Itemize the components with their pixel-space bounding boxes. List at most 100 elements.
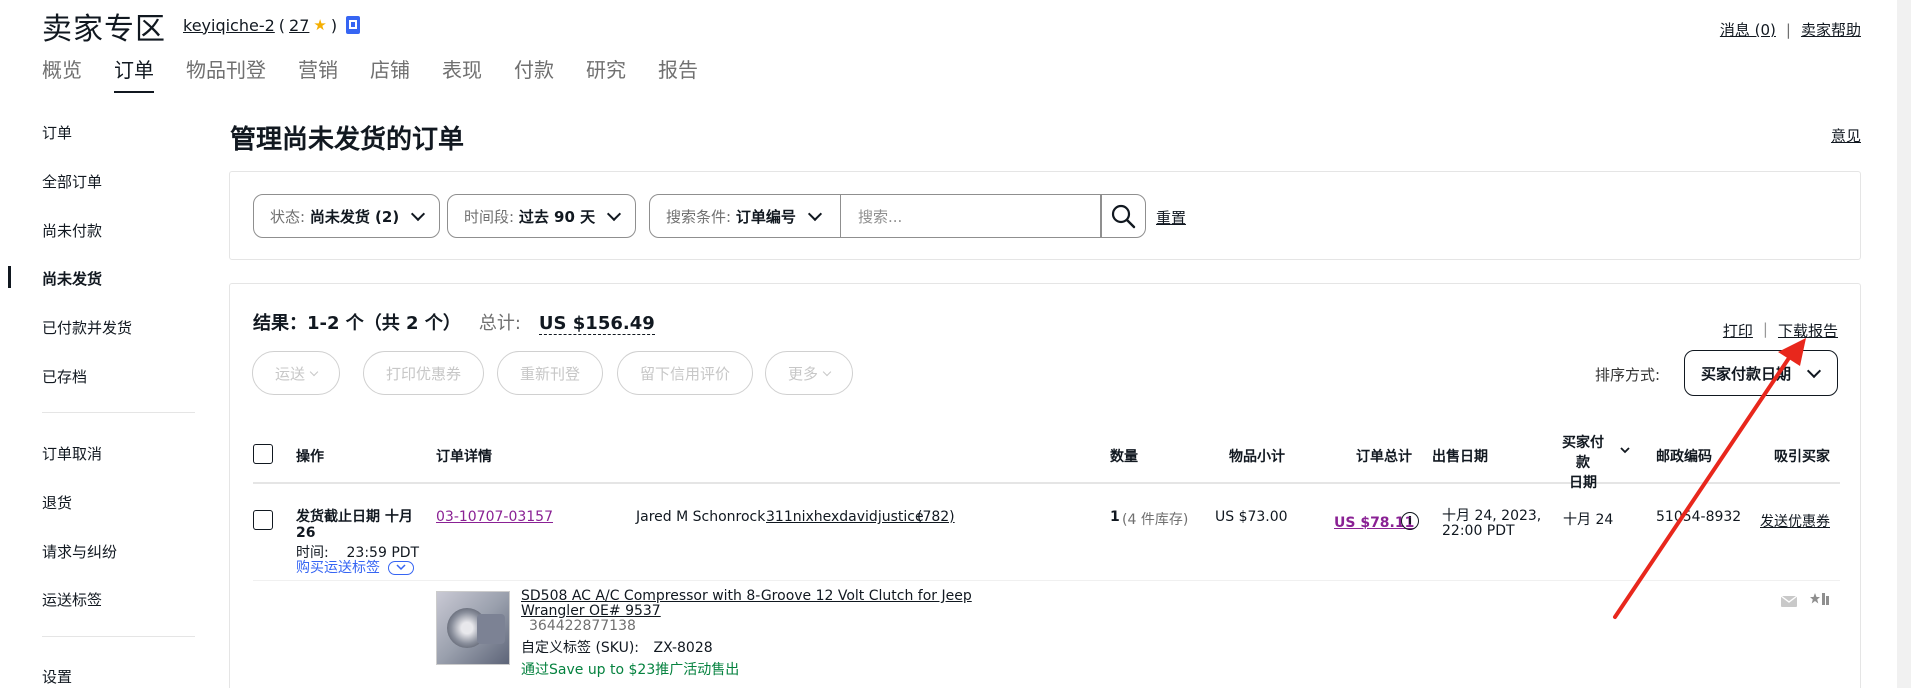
tab-marketing[interactable]: 营销 <box>298 54 338 93</box>
order-item: SD508 AC A/C Compressor with 8-Groove 12… <box>436 589 1838 688</box>
sidebar-item-cancellations[interactable]: 订单取消 <box>42 443 102 464</box>
col-sale-date: 出售日期 <box>1432 449 1488 465</box>
sidebar-item-orders[interactable]: 订单 <box>42 122 72 143</box>
tab-overview[interactable]: 概览 <box>42 54 82 93</box>
status-filter-label: 状态: <box>270 207 310 226</box>
period-filter[interactable]: 时间段: 过去 90 天 <box>447 194 637 238</box>
search-button[interactable] <box>1100 194 1146 238</box>
chevron-down-icon <box>607 206 622 221</box>
page-title: 管理尚未发货的订单 <box>230 125 465 155</box>
promo-note: 通过Save up to $23推广活动售出 <box>521 662 740 678</box>
period-filter-label: 时间段: <box>464 207 519 226</box>
row-checkbox[interactable] <box>253 510 273 530</box>
more-button[interactable]: 更多 <box>765 351 854 395</box>
sidebar-item-paid-shipped[interactable]: 已付款并发货 <box>42 317 132 338</box>
col-details: 订单详情 <box>436 449 492 465</box>
col-paid-date-line1: 买家付款 <box>1562 435 1604 471</box>
more-label: 更多 <box>788 364 819 383</box>
order-number-link[interactable]: 03-10707-03157 <box>436 509 553 525</box>
seller-info: keyiqiche-2 (27 ★) <box>183 15 361 35</box>
col-action: 操作 <box>296 449 324 465</box>
sidebar-divider <box>42 412 195 413</box>
tab-listings[interactable]: 物品刊登 <box>186 54 266 93</box>
star-icon: ★ <box>313 16 327 34</box>
divider: | <box>1785 20 1791 39</box>
status-filter[interactable]: 状态: 尚未发货 (2) <box>253 194 441 238</box>
message-icon[interactable] <box>1780 593 1798 612</box>
sidebar-item-disputes[interactable]: 请求与纠纷 <box>42 541 117 562</box>
sidebar-divider <box>42 636 195 637</box>
item-title-line2: Wrangler OE# 9537 <box>521 603 661 619</box>
info-icon[interactable]: i <box>1401 512 1419 530</box>
paid-date: 十月 24 <box>1563 512 1614 528</box>
messages-link[interactable]: 消息 (0) <box>1720 19 1776 40</box>
sidebar-item-awaiting-payment[interactable]: 尚未付款 <box>42 220 102 241</box>
col-subtotal: 物品小计 <box>1229 449 1285 465</box>
chevron-down-icon <box>822 367 832 376</box>
ship-button[interactable]: 运送 <box>252 351 341 395</box>
sort-select[interactable]: 买家付款日期 <box>1684 350 1838 396</box>
tab-research[interactable]: 研究 <box>586 54 626 93</box>
sale-date-line1: 十月 24, 2023, <box>1442 508 1542 524</box>
chevron-down-icon <box>309 367 319 376</box>
total-amount[interactable]: US $156.49 <box>538 313 655 335</box>
tab-store[interactable]: 店铺 <box>370 54 410 93</box>
search-input[interactable]: 搜索... <box>840 194 1102 238</box>
col-paid-date[interactable]: 买家付款 日期 <box>1556 432 1610 492</box>
col-total: 订单总计 <box>1356 449 1412 465</box>
print-links: 打印 | 下载报告 <box>1723 320 1838 341</box>
sku-value: ZX-8028 <box>653 640 713 656</box>
sidebar-item-settings[interactable]: 设置 <box>42 666 72 687</box>
print-coupon-button[interactable]: 打印优惠券 <box>363 351 485 395</box>
sort-value: 买家付款日期 <box>1701 364 1792 383</box>
search-criteria-select[interactable]: 搜索条件: 订单编号 <box>649 194 841 238</box>
print-coupon-label: 打印优惠券 <box>386 364 462 383</box>
feedback-link[interactable]: 意见 <box>1831 125 1861 146</box>
item-title-link[interactable]: SD508 AC A/C Compressor with 8-Groove 12… <box>521 589 972 619</box>
leave-feedback-label: 留下信用评价 <box>640 364 731 383</box>
seller-hub-title: 卖家专区 <box>42 12 166 47</box>
seller-name-link[interactable]: keyiqiche-2 <box>183 16 275 35</box>
tab-orders[interactable]: 订单 <box>114 54 154 93</box>
sidebar-item-archived[interactable]: 已存档 <box>42 366 87 387</box>
select-all-checkbox[interactable] <box>253 444 273 464</box>
quantity: 1 <box>1110 509 1120 525</box>
item-details: SD508 AC A/C Compressor with 8-Groove 12… <box>521 589 972 678</box>
buy-label-text: 购买运送标签 <box>296 560 380 576</box>
sidebar-item-shipping-labels[interactable]: 运送标签 <box>42 589 102 610</box>
sidebar-item-all-orders[interactable]: 全部订单 <box>42 171 102 192</box>
seller-help-link[interactable]: 卖家帮助 <box>1801 19 1861 40</box>
chevron-down-icon <box>807 206 822 221</box>
leave-feedback-button[interactable]: 留下信用评价 <box>617 351 754 395</box>
divider: | <box>1762 320 1768 338</box>
chevron-down-icon <box>1806 363 1822 378</box>
item-thumbnail[interactable] <box>436 591 510 665</box>
relist-button[interactable]: 重新刊登 <box>497 351 604 395</box>
send-coupon-link[interactable]: 发送优惠券 <box>1760 511 1830 531</box>
sort-arrow-icon[interactable] <box>1619 444 1631 460</box>
status-filter-value: 尚未发货 (2) <box>309 207 400 226</box>
scrollbar[interactable] <box>1897 0 1911 688</box>
tab-payments[interactable]: 付款 <box>514 54 554 93</box>
buyer-feedback-link[interactable]: (782) <box>917 509 955 525</box>
sidebar-item-awaiting-shipment[interactable]: 尚未发货 <box>42 268 102 289</box>
download-report-link[interactable]: 下载报告 <box>1778 320 1838 341</box>
print-link[interactable]: 打印 <box>1723 320 1753 341</box>
sidebar-item-returns[interactable]: 退货 <box>42 492 72 513</box>
tab-performance[interactable]: 表现 <box>442 54 482 93</box>
tab-reports[interactable]: 报告 <box>658 54 698 93</box>
feedback-score-link[interactable]: 27 <box>289 16 309 35</box>
table-row: 发货截止日期 十月 26 时间: 23:59 PDT 购买运送标签 03-107… <box>253 486 1840 581</box>
sku-row: 自定义标签 (SKU): ZX-8028 <box>521 641 972 656</box>
buy-label-link[interactable]: 购买运送标签 <box>296 557 415 577</box>
main-nav-tabs: 概览 订单 物品刊登 营销 店铺 表现 付款 研究 报告 <box>42 54 730 93</box>
results-count: 结果：1-2 个（共 2 个） <box>253 313 461 334</box>
buyer-id-link[interactable]: 311nixhexdavidjustice <box>766 509 924 525</box>
item-number: 364422877138 <box>529 618 636 634</box>
star-feedback-icon[interactable] <box>1810 591 1830 611</box>
item-subtotal: US $73.00 <box>1215 509 1288 525</box>
top-right-links: 消息 (0) | 卖家帮助 <box>1720 19 1861 40</box>
col-zip: 邮政编码 <box>1656 449 1712 465</box>
reset-link[interactable]: 重置 <box>1156 207 1186 228</box>
results-summary: 结果：1-2 个（共 2 个） 总计: US $156.49 <box>253 309 655 335</box>
